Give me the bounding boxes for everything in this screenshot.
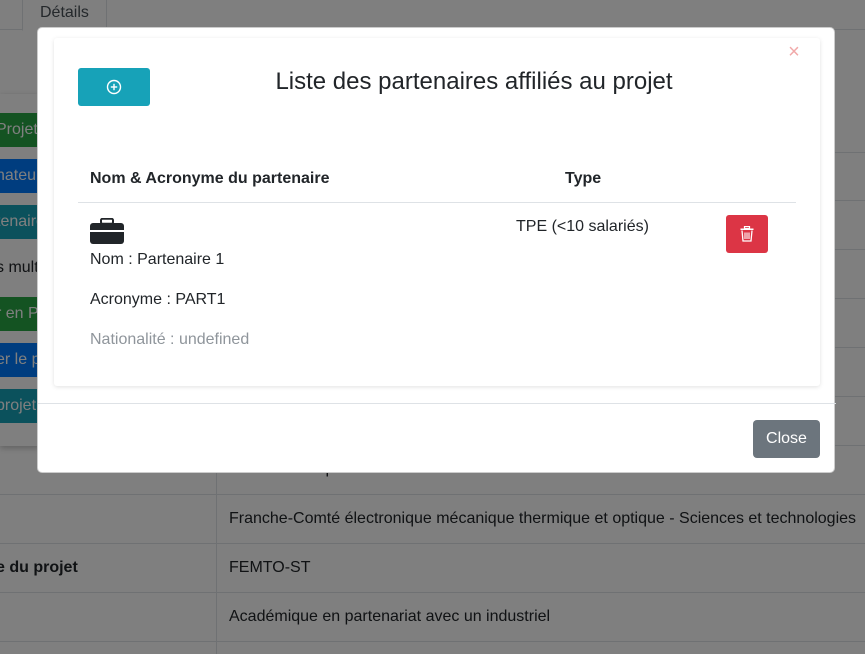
partner-name: Nom : Partenaire 1 — [90, 251, 225, 268]
trash-icon — [740, 226, 754, 242]
column-header-name: Nom & Acronyme du partenaire — [90, 170, 330, 187]
add-partner-button[interactable] — [78, 68, 150, 106]
close-button[interactable]: Close — [753, 420, 820, 458]
modal-footer-divider — [38, 403, 836, 404]
partner-type: TPE (<10 salariés) — [516, 218, 649, 235]
column-header-type: Type — [565, 170, 602, 187]
partner-acronym: Acronyme : PART1 — [90, 291, 226, 308]
partners-card: Liste des partenaires affiliés au projet… — [54, 38, 820, 386]
plus-circle-icon — [106, 79, 122, 95]
briefcase-icon — [90, 218, 124, 244]
delete-partner-button[interactable] — [726, 215, 768, 253]
partners-modal: Liste des partenaires affiliés au projet… — [37, 27, 836, 473]
modal-title: Liste des partenaires affiliés au projet — [275, 68, 673, 95]
partner-nationality: Nationalité : undefined — [90, 331, 250, 348]
close-icon[interactable]: × — [782, 40, 806, 64]
modal-body: Liste des partenaires affiliés au projet… — [38, 28, 836, 404]
header-divider — [78, 202, 796, 203]
